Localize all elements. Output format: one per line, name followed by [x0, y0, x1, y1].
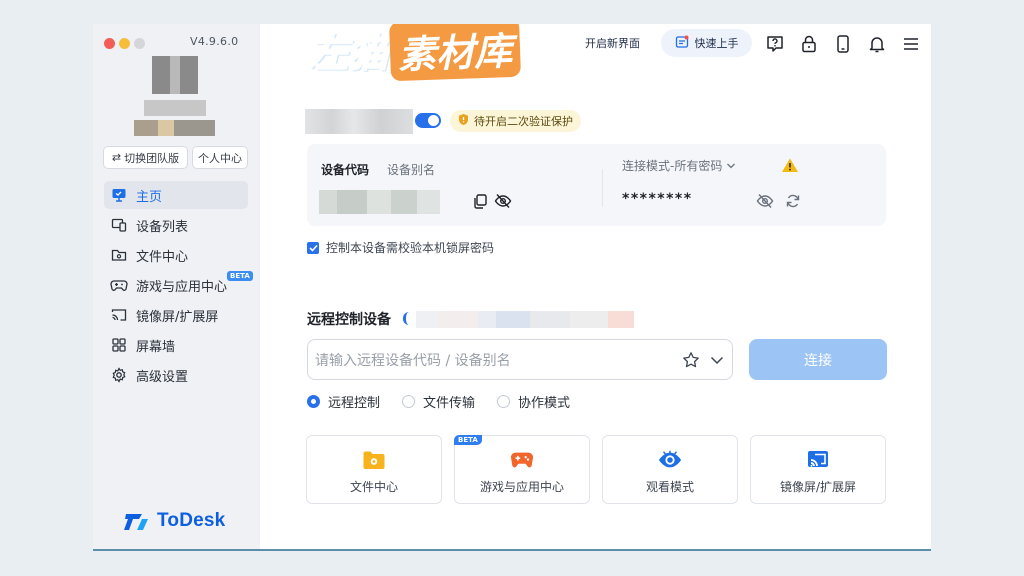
connect-button[interactable]: 连接 — [749, 339, 887, 380]
radio-remote-control[interactable]: 远程控制 — [307, 392, 380, 411]
eye-off-icon[interactable] — [494, 192, 512, 210]
sidebar-item-games[interactable]: 游戏与应用中心 BETA — [104, 271, 253, 299]
devices-icon — [110, 216, 128, 234]
tile-file-center[interactable]: 文件中心 — [306, 435, 442, 504]
refresh-icon[interactable] — [784, 192, 802, 210]
connection-mode-dropdown[interactable]: 连接模式-所有密码 — [622, 157, 736, 174]
radio-collaboration[interactable]: 协作模式 — [497, 392, 570, 411]
sidebar-nav: 主页 设备列表 文件中心 游戏与应用中心 BETA 镜像屏/扩展屏 屏幕墙 高级… — [104, 181, 253, 391]
radio-unselected[interactable] — [497, 395, 511, 408]
tile-watch-mode[interactable]: 观看模式 — [602, 435, 738, 504]
cast-icon — [110, 306, 128, 324]
beta-badge: BETA — [454, 435, 482, 445]
device-code-label: 设备代码 — [321, 163, 370, 177]
gamepad-icon — [510, 448, 534, 472]
eye-icon — [658, 448, 682, 472]
radio-file-transfer[interactable]: 文件传输 — [402, 392, 475, 411]
sidebar-item-screen-wall[interactable]: 屏幕墙 — [104, 331, 248, 359]
sidebar-item-devices[interactable]: 设备列表 — [104, 211, 248, 239]
connection-type-radios: 远程控制 文件传输 协作模式 — [307, 392, 570, 411]
sidebar-item-home[interactable]: 主页 — [104, 181, 248, 209]
switch-team-button[interactable]: ⇄ 切换团队版 — [103, 146, 188, 169]
tile-mirror-extend[interactable]: 镜像屏/扩展屏 — [750, 435, 886, 504]
minimize-window-button[interactable] — [119, 38, 130, 49]
card-divider — [602, 169, 603, 207]
beta-badge: BETA — [227, 271, 253, 281]
close-window-button[interactable] — [104, 38, 115, 49]
remote-control-title: 远程控制设备 — [307, 312, 391, 328]
eye-off-icon[interactable] — [756, 192, 774, 210]
remote-info-blurred — [416, 311, 634, 328]
window-controls — [104, 38, 145, 49]
cast-icon — [806, 448, 830, 472]
star-icon[interactable] — [680, 349, 702, 371]
folder-icon — [110, 246, 128, 264]
radio-unselected[interactable] — [402, 395, 416, 408]
verification-badge[interactable]: 待开启二次验证保护 — [450, 110, 581, 132]
sidebar: V4.9.6.0 ⇄ 切换团队版 个人中心 主页 设备列表 文件中心 游戏与应用… — [93, 24, 260, 549]
remote-device-code-input[interactable]: 请输入远程设备代码 / 设备别名 — [307, 339, 733, 380]
sidebar-item-mirror[interactable]: 镜像屏/扩展屏 — [104, 301, 248, 329]
todesk-window: V4.9.6.0 ⇄ 切换团队版 个人中心 主页 设备列表 文件中心 游戏与应用… — [93, 24, 931, 551]
remote-device-placeholder: 请输入远程设备代码 / 设备别名 — [315, 352, 511, 369]
personal-center-button[interactable]: 个人中心 — [192, 146, 248, 169]
main-panel: 待开启二次验证保护 设备代码 设备别名 连接模式-所有密码 ******** 控… — [260, 24, 931, 549]
swap-icon: ⇄ — [111, 151, 122, 164]
grid-icon — [110, 336, 128, 354]
chevron-down-icon[interactable] — [706, 349, 728, 371]
sidebar-item-settings[interactable]: 高级设置 — [104, 361, 248, 389]
gear-icon — [110, 366, 128, 384]
lock-screen-password-checkbox[interactable]: 控制本设备需校验本机锁屏密码 — [307, 239, 494, 256]
checkbox-checked[interactable] — [307, 241, 319, 254]
verification-toggle[interactable] — [415, 113, 441, 128]
chevron-down-icon — [726, 159, 736, 173]
temporary-password: ******** — [622, 191, 693, 207]
warning-icon[interactable] — [781, 157, 799, 173]
device-alias-label[interactable]: 设备别名 — [387, 161, 435, 178]
maximize-window-button[interactable] — [134, 38, 145, 49]
folder-icon — [362, 448, 386, 472]
device-info-card: 设备代码 设备别名 连接模式-所有密码 ******** — [307, 144, 886, 226]
todesk-logo: ToDesk — [124, 510, 225, 532]
device-code-blurred — [319, 190, 440, 214]
account-name-blurred — [305, 109, 413, 134]
feature-tiles: 文件中心 BETA 游戏与应用中心 观看模式 镜像屏/扩展屏 — [306, 435, 886, 504]
gamepad-icon — [110, 276, 128, 294]
shield-icon — [458, 113, 469, 129]
monitor-icon — [110, 186, 128, 204]
version-label: V4.9.6.0 — [190, 35, 239, 48]
copy-icon[interactable] — [471, 192, 489, 210]
title-accent-mark — [403, 312, 414, 325]
tile-games-apps[interactable]: BETA 游戏与应用中心 — [454, 435, 590, 504]
radio-selected[interactable] — [307, 395, 320, 408]
sidebar-item-files[interactable]: 文件中心 — [104, 241, 248, 269]
todesk-logo-icon — [124, 514, 148, 530]
